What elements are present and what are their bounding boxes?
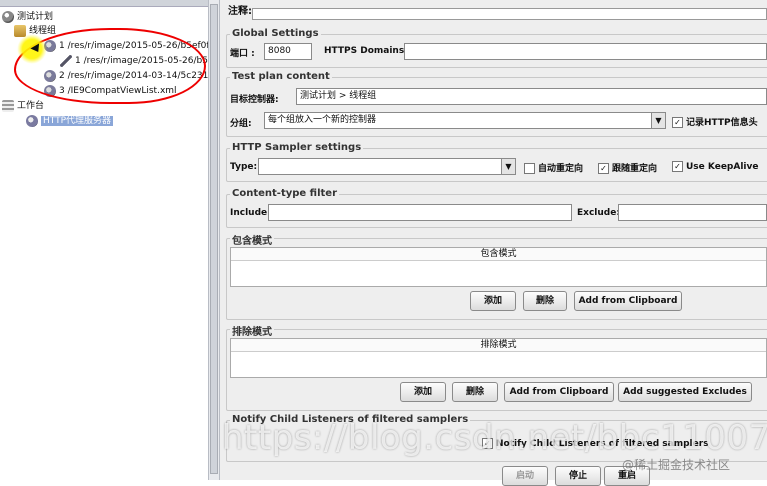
http-sampler-settings-title: HTTP Sampler settings — [230, 142, 364, 153]
target-controller-select[interactable]: 测试计划 > 线程组 — [296, 88, 767, 105]
content-type-filter-title: Content-type filter — [230, 188, 339, 199]
target-controller-label: 目标控制器: — [230, 95, 279, 105]
exclude-patterns-header: 排除模式 — [231, 339, 766, 352]
add-suggested-excludes-button[interactable]: Add suggested Excludes — [618, 382, 752, 402]
include-input[interactable] — [268, 204, 572, 221]
include-patterns-table[interactable]: 包含模式 — [230, 247, 767, 287]
exclude-delete-button[interactable]: 删除 — [452, 382, 498, 402]
checkbox-box[interactable]: ✓ — [672, 117, 683, 128]
exclude-add-button[interactable]: 添加 — [400, 382, 446, 402]
stop-button[interactable]: 停止 — [555, 466, 601, 486]
exclude-label: Exclude: — [577, 208, 620, 218]
comment-label: 注释: — [228, 6, 252, 17]
https-domains-label: HTTPS Domains : — [324, 46, 411, 56]
exclude-patterns-table[interactable]: 排除模式 — [230, 338, 767, 378]
port-label: 端口 : — [230, 49, 255, 59]
checkbox-box[interactable]: ✓ — [598, 163, 609, 174]
record-http-headers-checkbox[interactable]: ✓ 记录HTTP信息头 — [672, 115, 758, 128]
follow-redirect-checkbox[interactable]: ✓ 跟随重定向 — [598, 161, 657, 174]
include-patterns-header: 包含模式 — [231, 248, 766, 261]
checkbox-box[interactable] — [524, 163, 535, 174]
comment-field[interactable] — [252, 8, 767, 20]
include-label: Include: — [230, 208, 271, 218]
exclude-input[interactable] — [618, 204, 767, 221]
tree-top-bar — [0, 0, 208, 7]
chevron-down-icon[interactable]: ▼ — [651, 113, 665, 128]
proxy-settings-panel: 注释: Global Settings 端口 : 8080 HTTPS Doma… — [220, 0, 767, 486]
start-button[interactable]: 启动 — [502, 466, 548, 486]
url-watermark: https://blog.csdn.net/bbc11007 — [222, 418, 767, 458]
tree-node-workbench[interactable]: 工作台 — [2, 99, 44, 113]
tree-scrollbar[interactable] — [208, 0, 220, 480]
include-add-from-clipboard-button[interactable]: Add from Clipboard — [574, 291, 682, 311]
global-settings-title: Global Settings — [230, 28, 321, 39]
include-delete-button[interactable]: 删除 — [523, 291, 567, 311]
test-plan-icon — [2, 10, 14, 23]
tree-node-proxy[interactable]: HTTP代理服务器 — [26, 114, 114, 128]
type-label: Type: — [230, 162, 258, 172]
exclude-patterns-title: 排除模式 — [230, 323, 274, 338]
grouping-select[interactable]: 每个组放入一个新的控制器 ▼ — [264, 112, 666, 129]
auto-redirect-checkbox[interactable]: 自动重定向 — [524, 161, 583, 174]
test-plan-tree: 测试计划 线程组 1 /res/r/image/2015-05-26/b5ef0… — [0, 0, 238, 480]
grouping-label: 分组: — [230, 119, 252, 129]
test-plan-content-title: Test plan content — [230, 71, 332, 82]
tree-node-test-plan[interactable]: 测试计划 — [2, 10, 53, 24]
sampler-type-select[interactable]: ▼ — [258, 158, 516, 175]
workbench-icon — [2, 99, 14, 112]
use-keepalive-checkbox[interactable]: ✓ Use KeepAlive — [672, 161, 758, 172]
checkbox-box[interactable]: ✓ — [672, 161, 683, 172]
include-add-button[interactable]: 添加 — [470, 291, 516, 311]
port-input[interactable]: 8080 — [264, 43, 312, 60]
https-domains-input[interactable] — [404, 43, 767, 60]
exclude-add-from-clipboard-button[interactable]: Add from Clipboard — [504, 382, 614, 402]
chevron-down-icon[interactable]: ▼ — [501, 159, 515, 174]
proxy-server-icon — [26, 114, 38, 127]
credit-watermark: @稀土掘金技术社区 — [622, 458, 731, 472]
include-patterns-title: 包含模式 — [230, 232, 274, 247]
tree-scrollbar-thumb[interactable] — [210, 4, 218, 474]
